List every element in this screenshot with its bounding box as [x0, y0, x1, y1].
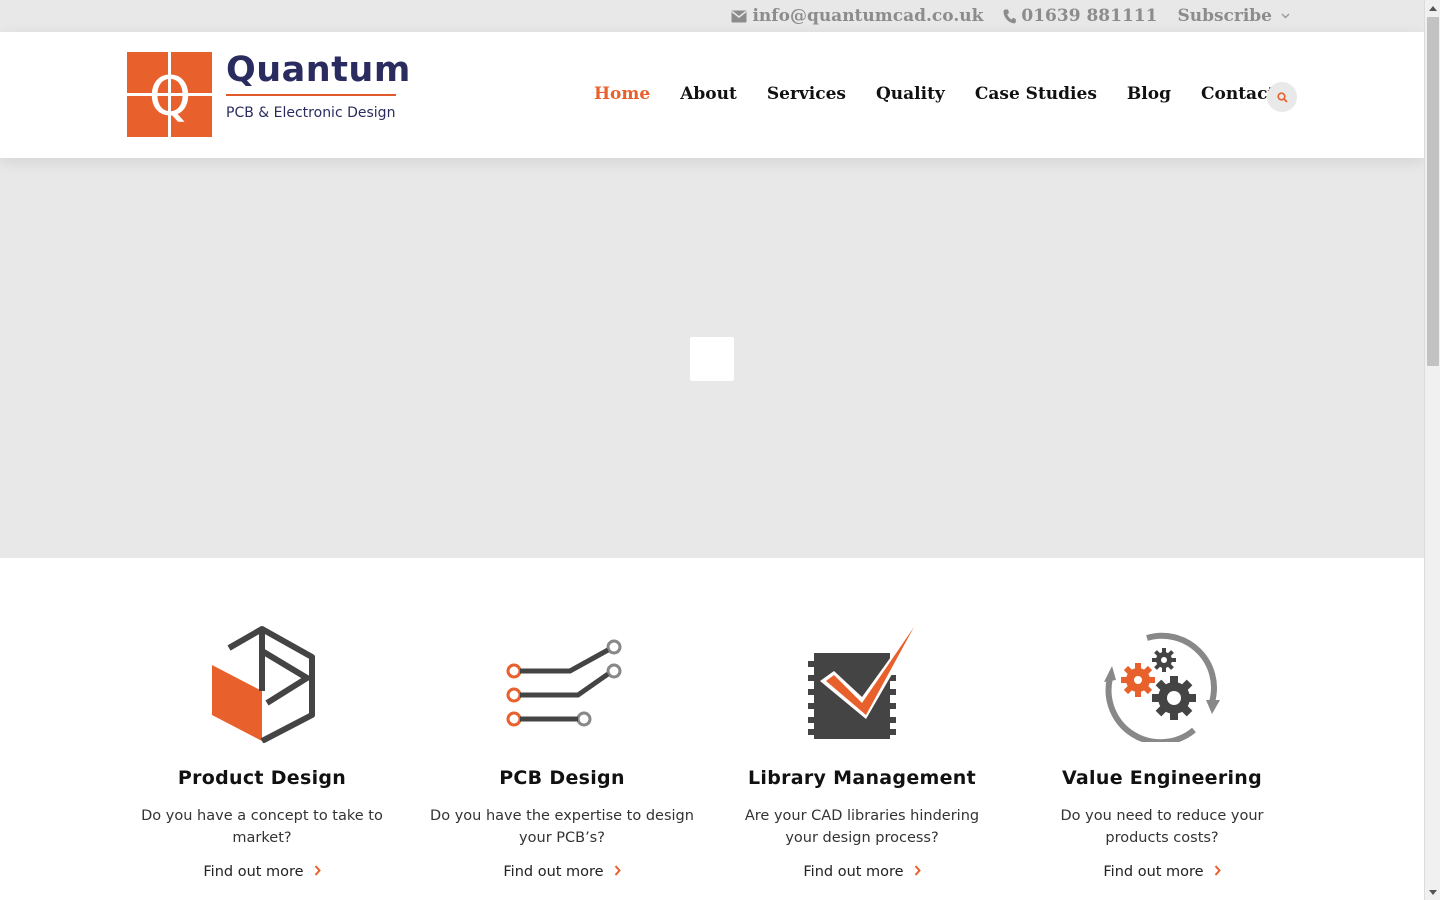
- scroll-down-arrow-icon[interactable]: [1425, 884, 1440, 900]
- feature-description: Do you need to reduce your products cost…: [1060, 808, 1264, 846]
- vertical-scrollbar[interactable]: [1424, 0, 1440, 900]
- nav-item-quality[interactable]: Quality: [876, 84, 945, 104]
- cube-icon: [197, 620, 327, 745]
- chevron-right-icon: [614, 864, 621, 880]
- logo-letter: Q: [149, 65, 192, 128]
- find-out-more-link[interactable]: Find out more: [203, 864, 321, 880]
- subscribe-dropdown[interactable]: Subscribe: [1177, 6, 1290, 26]
- feature-library-management: Library Management Are your CAD librarie…: [712, 620, 1012, 900]
- logo-mark-icon: Q: [127, 52, 212, 137]
- phone-icon: [1003, 9, 1017, 24]
- nav-item-contact[interactable]: Contact: [1201, 84, 1275, 104]
- email-text: info@quantumcad.co.uk: [752, 6, 984, 26]
- chip-checkmark-icon: [797, 620, 927, 745]
- logo-divider: [226, 94, 396, 96]
- brand-name: Quantum: [226, 50, 411, 90]
- find-out-more-link[interactable]: Find out more: [1103, 864, 1221, 880]
- find-out-more-label: Find out more: [203, 864, 304, 880]
- search-button[interactable]: [1267, 82, 1297, 112]
- find-out-more-link[interactable]: Find out more: [503, 864, 621, 880]
- brand-tagline: PCB & Electronic Design: [226, 105, 396, 121]
- feature-description: Are your CAD libraries hindering your de…: [744, 808, 980, 846]
- nav-item-home[interactable]: Home: [594, 84, 650, 104]
- feature-pcb-design: PCB Design Do you have the expertise to …: [412, 620, 712, 900]
- gears-cycle-icon: [1097, 620, 1227, 745]
- feature-description: Do you have the expertise to design your…: [430, 808, 694, 846]
- find-out-more-link[interactable]: Find out more: [803, 864, 921, 880]
- nav-item-about[interactable]: About: [680, 84, 737, 104]
- phone-text: 01639 881111: [1021, 6, 1158, 26]
- email-link[interactable]: info@quantumcad.co.uk: [731, 6, 983, 26]
- feature-title: PCB Design: [499, 767, 625, 789]
- find-out-more-label: Find out more: [1103, 864, 1204, 880]
- services-features: Product Design Do you have a concept to …: [112, 620, 1312, 900]
- feature-product-design: Product Design Do you have a concept to …: [112, 620, 412, 900]
- envelope-icon: [731, 10, 747, 23]
- hero-slider: [0, 158, 1424, 558]
- feature-title: Value Engineering: [1061, 767, 1263, 789]
- feature-title: Library Management: [747, 767, 977, 789]
- circuit-traces-icon: [497, 620, 627, 745]
- subscribe-label: Subscribe: [1177, 6, 1272, 26]
- feature-title: Product Design: [177, 767, 347, 789]
- page: info@quantumcad.co.uk 01639 881111 Subsc…: [0, 0, 1424, 900]
- find-out-more-label: Find out more: [803, 864, 904, 880]
- logo[interactable]: Q Quantum PCB & Electronic Design: [127, 50, 410, 138]
- slider-loader: [690, 337, 734, 381]
- chevron-down-icon: [1281, 13, 1290, 19]
- phone-link[interactable]: 01639 881111: [1003, 6, 1157, 26]
- scroll-up-arrow-icon[interactable]: [1425, 0, 1440, 16]
- top-contact-bar: info@quantumcad.co.uk 01639 881111 Subsc…: [0, 0, 1424, 32]
- chevron-right-icon: [914, 864, 921, 880]
- nav-item-blog[interactable]: Blog: [1127, 84, 1171, 104]
- nav-item-case-studies[interactable]: Case Studies: [975, 84, 1097, 104]
- feature-value-engineering: Value Engineering Do you need to reduce …: [1012, 620, 1312, 900]
- site-header: Q Quantum PCB & Electronic Design Home A…: [0, 32, 1424, 158]
- find-out-more-label: Find out more: [503, 864, 604, 880]
- scrollbar-thumb[interactable]: [1427, 17, 1439, 366]
- chevron-right-icon: [314, 864, 321, 880]
- main-nav: Home About Services Quality Case Studies…: [594, 84, 1275, 104]
- nav-item-services[interactable]: Services: [767, 84, 846, 104]
- search-icon: [1276, 88, 1288, 107]
- feature-description: Do you have a concept to take to market?: [141, 808, 383, 846]
- chevron-right-icon: [1214, 864, 1221, 880]
